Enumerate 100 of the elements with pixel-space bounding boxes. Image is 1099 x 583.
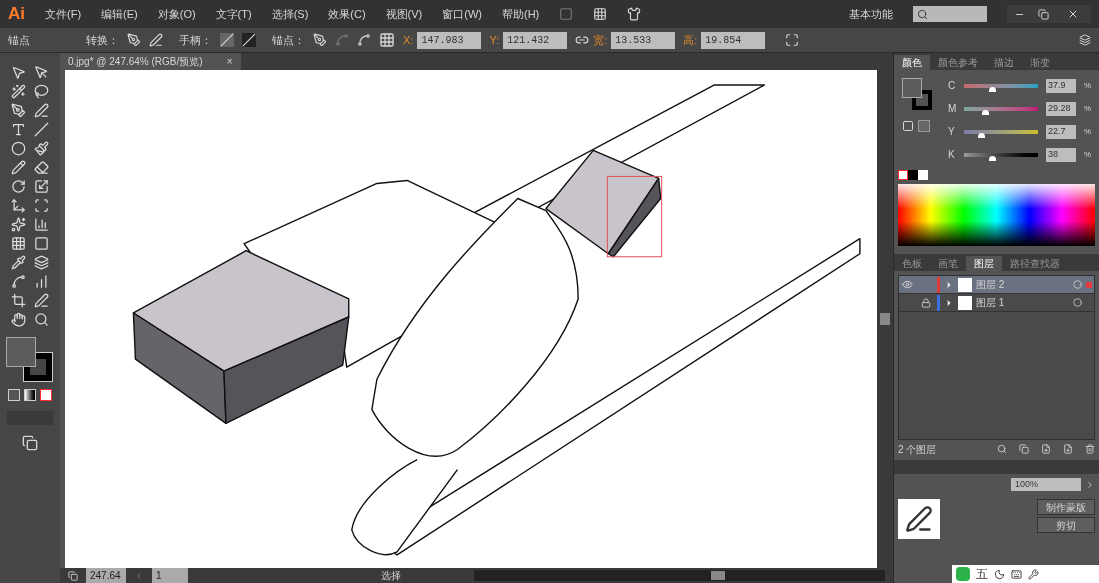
constrain-icon[interactable]	[575, 33, 590, 47]
menu-item[interactable]: 对象(O)	[157, 5, 196, 23]
rotate-icon[interactable]	[11, 179, 26, 194]
none-swatch[interactable]	[898, 170, 908, 180]
menu-item[interactable]: 帮助(H)	[502, 5, 540, 23]
zoom-field[interactable]: 247.64	[86, 568, 126, 583]
show-handles-icon[interactable]	[220, 33, 234, 47]
stroke-swatch[interactable]	[24, 353, 52, 381]
vertical-scrollbar[interactable]	[877, 70, 893, 568]
panel-tab[interactable]: 渐变	[1022, 55, 1058, 70]
ime-toolbar[interactable]: 五	[952, 565, 1099, 583]
brush-icon[interactable]	[34, 141, 49, 156]
color-swatch[interactable]	[918, 170, 928, 180]
search-icon[interactable]	[997, 444, 1007, 454]
convert-corner-icon[interactable]	[127, 33, 141, 47]
delete-icon[interactable]	[1085, 444, 1095, 454]
menu-item[interactable]: 文件(F)	[45, 5, 82, 23]
screen-mode-icon[interactable]	[22, 435, 38, 451]
transform-icon[interactable]	[785, 33, 800, 47]
lock-icon[interactable]	[921, 297, 931, 308]
value-field[interactable]: 147.983	[417, 31, 482, 49]
gradient-mode-button[interactable]	[24, 389, 36, 401]
column-graph-icon[interactable]	[34, 274, 49, 289]
mask-button[interactable]: 剪切	[1037, 517, 1095, 533]
free-transform-icon[interactable]	[34, 198, 49, 213]
panel-tab[interactable]: 颜色参考	[930, 55, 986, 70]
layer-name[interactable]: 图层 1	[976, 295, 1069, 310]
menu-item[interactable]: 文字(T)	[215, 5, 252, 23]
expand-icon[interactable]	[944, 279, 954, 290]
color-swatch[interactable]	[908, 170, 918, 180]
panel-tab[interactable]: 路径查找器	[1002, 256, 1068, 271]
menu-item[interactable]: 效果(C)	[328, 5, 366, 23]
type-icon[interactable]	[11, 122, 26, 137]
pen-icon[interactable]	[11, 103, 26, 118]
panel-tab[interactable]: 图层	[966, 256, 1002, 271]
wrench-icon[interactable]	[1028, 568, 1039, 580]
menu-item[interactable]: 窗口(W)	[442, 5, 482, 23]
zoom-icon[interactable]	[34, 312, 49, 327]
search-field[interactable]	[913, 6, 987, 22]
none-mode-button[interactable]	[40, 389, 52, 401]
panel-tab[interactable]: 色板	[894, 256, 930, 271]
menu-item[interactable]: 编辑(E)	[101, 5, 138, 23]
slider-thumb[interactable]	[982, 109, 990, 115]
direct-selection-icon[interactable]	[34, 65, 49, 80]
fill-swatch[interactable]	[6, 337, 36, 367]
isolate-icon[interactable]	[379, 32, 395, 48]
horizontal-scrollbar[interactable]	[474, 570, 885, 581]
layer-name[interactable]: 图层 2	[976, 277, 1069, 292]
moon-icon[interactable]	[994, 568, 1005, 580]
pencil-icon[interactable]	[11, 160, 26, 175]
visibility-icon[interactable]	[901, 279, 913, 290]
channel-value-field[interactable]: 38	[1045, 147, 1076, 162]
mask-button[interactable]: 制作蒙版	[1037, 499, 1095, 515]
artboard-nav-icon[interactable]	[68, 570, 78, 581]
layer-row[interactable]: 图层 1	[899, 294, 1094, 312]
value-field[interactable]: 19.854	[701, 31, 766, 49]
document-tab[interactable]: 0.jpg* @ 247.64% (RGB/预览) ×	[60, 53, 241, 70]
channel-value-field[interactable]: 37.9	[1045, 78, 1076, 93]
expand-icon[interactable]	[944, 297, 954, 308]
web-safe-swatch[interactable]	[918, 120, 930, 132]
value-field[interactable]: 13.533	[611, 31, 676, 49]
symbol-sprayer-icon[interactable]	[11, 217, 26, 232]
color-mode-button[interactable]	[8, 389, 20, 401]
workspace-switcher[interactable]: 基本功能	[849, 5, 893, 23]
artboard-icon[interactable]	[11, 293, 26, 308]
new-sublayer-icon[interactable]	[1041, 444, 1051, 454]
ellipse-icon[interactable]	[11, 141, 26, 156]
selection-icon[interactable]	[11, 65, 26, 80]
lasso-icon[interactable]	[34, 84, 49, 99]
panel-tab[interactable]: 颜色	[894, 55, 930, 70]
page-field[interactable]: 1	[152, 568, 188, 583]
magic-wand-icon[interactable]	[11, 84, 26, 99]
slice-icon[interactable]	[11, 274, 26, 289]
graph-icon[interactable]	[34, 217, 49, 232]
menu-item[interactable]: 选择(S)	[271, 5, 309, 23]
tab-close[interactable]: ×	[226, 54, 233, 69]
eraser-icon[interactable]	[34, 160, 49, 175]
clipping-mask-icon[interactable]	[1019, 444, 1029, 454]
slider-thumb[interactable]	[978, 132, 985, 138]
mesh-icon[interactable]	[11, 236, 26, 251]
line-icon[interactable]	[34, 122, 49, 137]
channel-value-field[interactable]: 29.28	[1045, 101, 1076, 116]
panel-tab[interactable]: 画笔	[930, 256, 966, 271]
stroke-swatch[interactable]	[912, 90, 932, 110]
panel-tab[interactable]: 描边	[986, 55, 1022, 70]
hide-handles-icon[interactable]	[242, 33, 256, 47]
value-field[interactable]: 121.432	[503, 31, 568, 49]
layer-row[interactable]: 图层 2	[899, 276, 1094, 294]
arrange-documents-icon[interactable]	[593, 7, 608, 21]
channel-value-field[interactable]: 22.7	[1045, 124, 1076, 139]
scale-icon[interactable]	[34, 179, 49, 194]
new-layer-icon[interactable]	[1063, 444, 1073, 454]
slider-thumb[interactable]	[989, 155, 997, 161]
opacity-field[interactable]: 100%	[1011, 478, 1081, 491]
keyboard-icon[interactable]	[1011, 568, 1022, 580]
convert-smooth-icon[interactable]	[149, 33, 163, 47]
eyedropper-icon[interactable]	[11, 255, 26, 270]
menu-item[interactable]: 视图(V)	[385, 5, 423, 23]
remove-anchor-icon[interactable]	[313, 33, 327, 47]
fill-swatch[interactable]	[902, 78, 922, 98]
